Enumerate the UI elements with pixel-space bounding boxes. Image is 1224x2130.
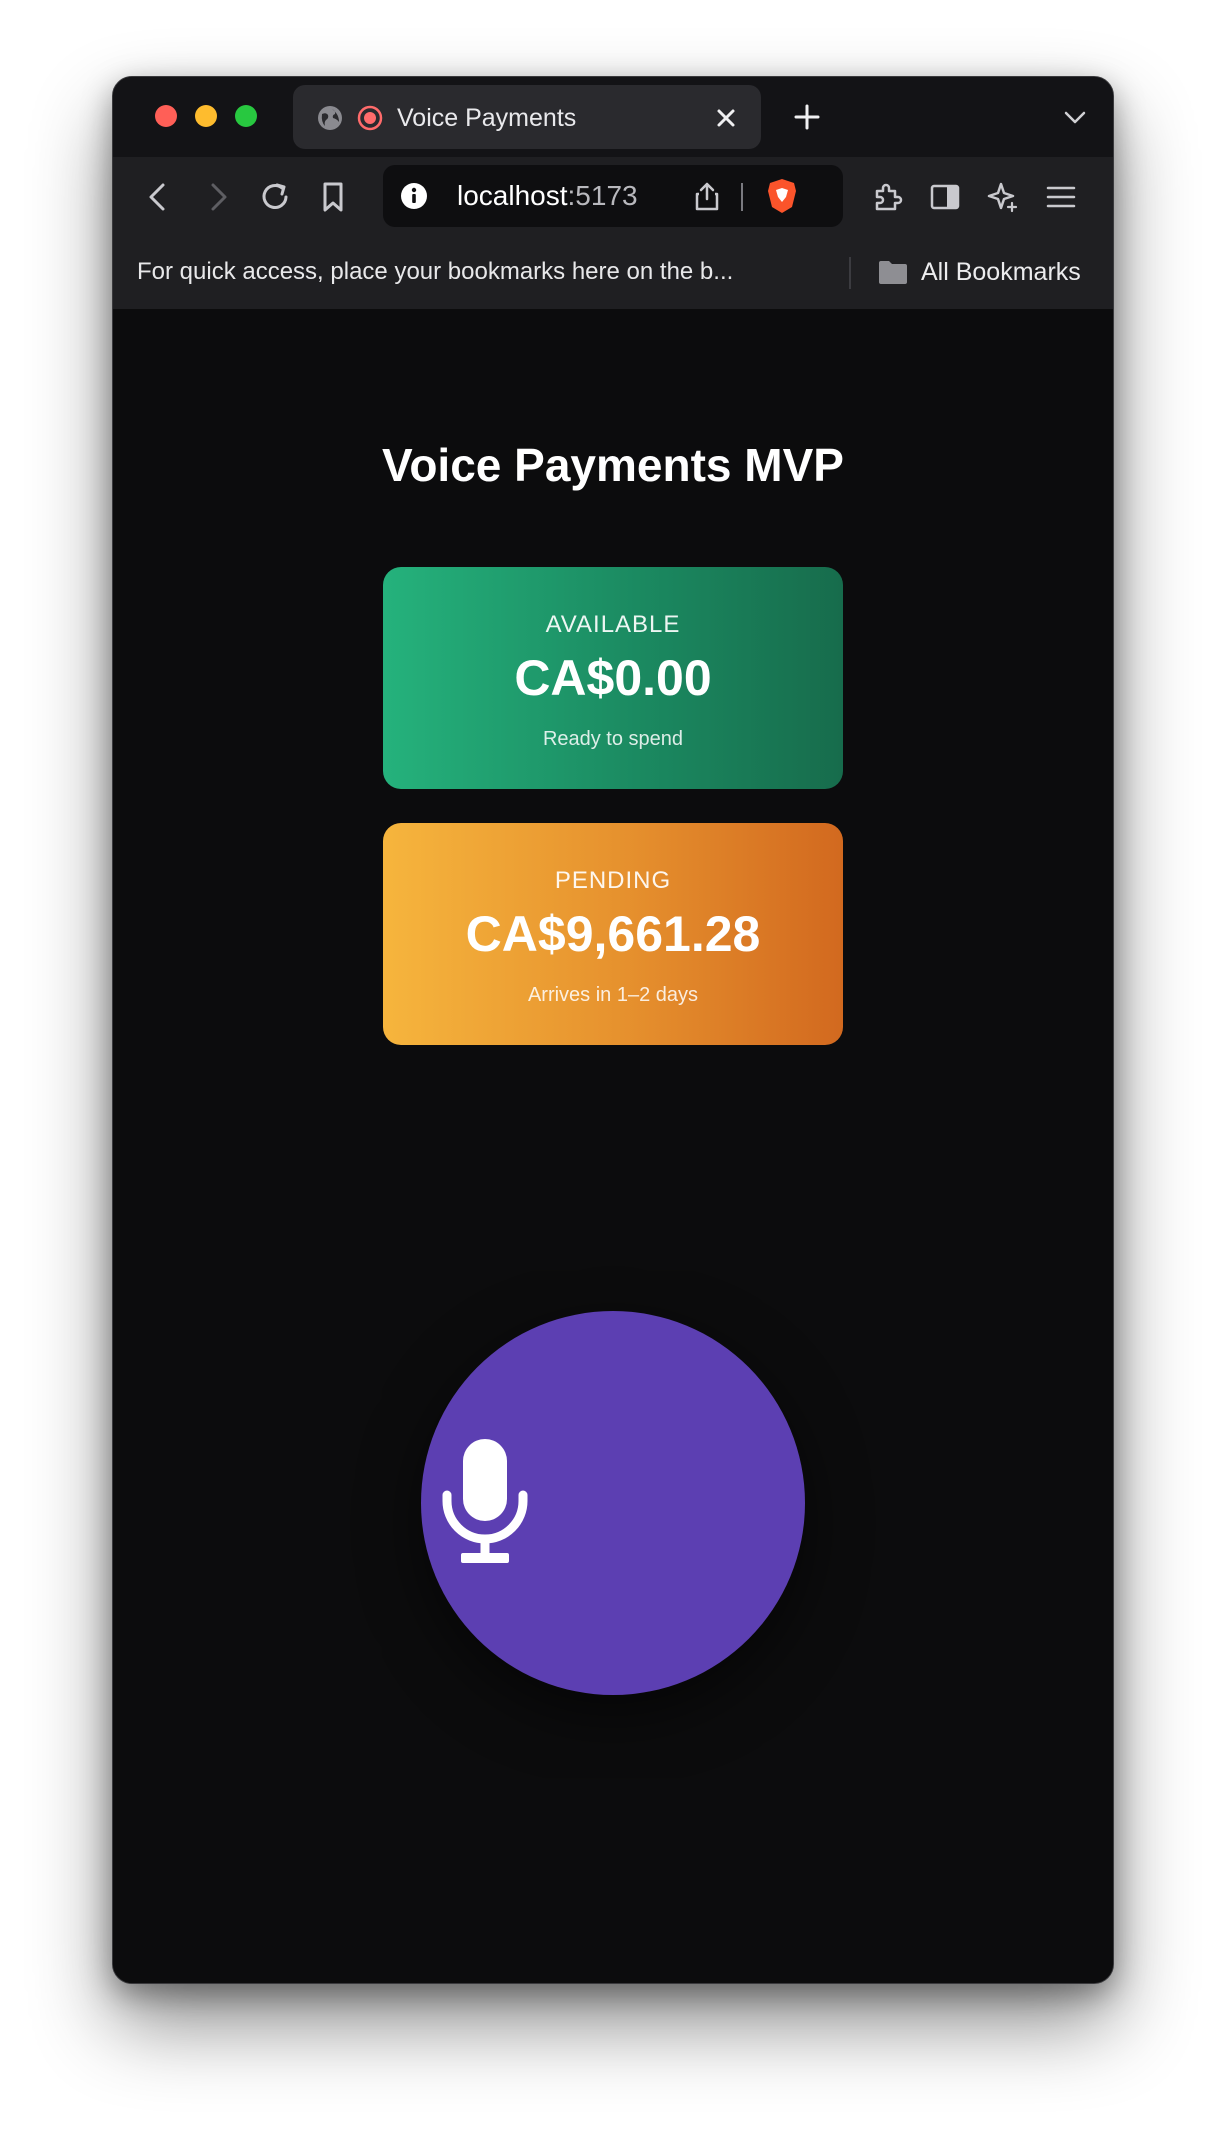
balance-caption: Ready to spend (542, 728, 684, 750)
url-host: localhost (457, 180, 568, 211)
bookmarks-bar: For quick access, place your bookmarks h… (113, 237, 1113, 309)
back-icon[interactable] (141, 179, 177, 215)
browser-window: Voice Payments localhost:5173 For quick … (112, 76, 1114, 1984)
extensions-icon[interactable] (869, 179, 905, 215)
window-minimize-button[interactable] (195, 105, 217, 127)
all-bookmarks-button[interactable]: All Bookmarks (921, 257, 1081, 287)
url-text: localhost:5173 (457, 180, 638, 212)
balance-amount: CA$0.00 (514, 650, 712, 706)
forward-icon[interactable] (199, 179, 235, 215)
chevron-down-icon[interactable] (1063, 107, 1087, 127)
pending-balance-card: PENDING CA$9,661.28 Arrives in 1–2 days (383, 823, 843, 1045)
brave-shields-icon[interactable] (765, 177, 799, 215)
globe-icon (318, 106, 342, 130)
tab-strip: Voice Payments (113, 77, 1113, 157)
tab-voice-payments[interactable]: Voice Payments (293, 85, 761, 149)
balance-label: AVAILABLE (545, 611, 681, 638)
balance-amount: CA$9,661.28 (465, 906, 761, 962)
balance-label: PENDING (554, 867, 672, 894)
page-content: Voice Payments MVP AVAILABLE CA$0.00 Rea… (113, 309, 1113, 1983)
new-tab-icon[interactable] (793, 103, 821, 131)
leo-ai-icon[interactable] (985, 179, 1021, 215)
tab-title: Voice Payments (397, 104, 577, 132)
menu-icon[interactable] (1043, 179, 1079, 215)
close-icon[interactable] (713, 105, 739, 131)
sidebar-icon[interactable] (927, 179, 963, 215)
voice-record-button[interactable] (421, 1311, 805, 1695)
bookmark-icon[interactable] (315, 179, 351, 215)
browser-toolbar: localhost:5173 (113, 157, 1113, 237)
bookmarks-divider (849, 257, 851, 289)
site-info-icon[interactable] (399, 181, 429, 211)
address-bar-divider (741, 183, 743, 211)
recording-indicator-icon (357, 105, 383, 131)
url-port: :5173 (567, 180, 638, 211)
window-maximize-button[interactable] (235, 105, 257, 127)
address-bar[interactable]: localhost:5173 (383, 165, 843, 227)
page-title: Voice Payments MVP (382, 439, 844, 491)
microphone-icon (442, 1439, 528, 1563)
available-balance-card: AVAILABLE CA$0.00 Ready to spend (383, 567, 843, 789)
share-icon[interactable] (693, 181, 721, 211)
window-close-button[interactable] (155, 105, 177, 127)
reload-icon[interactable] (257, 179, 293, 215)
balance-caption: Arrives in 1–2 days (527, 984, 699, 1006)
folder-icon (879, 261, 907, 284)
bookmarks-hint: For quick access, place your bookmarks h… (137, 258, 734, 285)
